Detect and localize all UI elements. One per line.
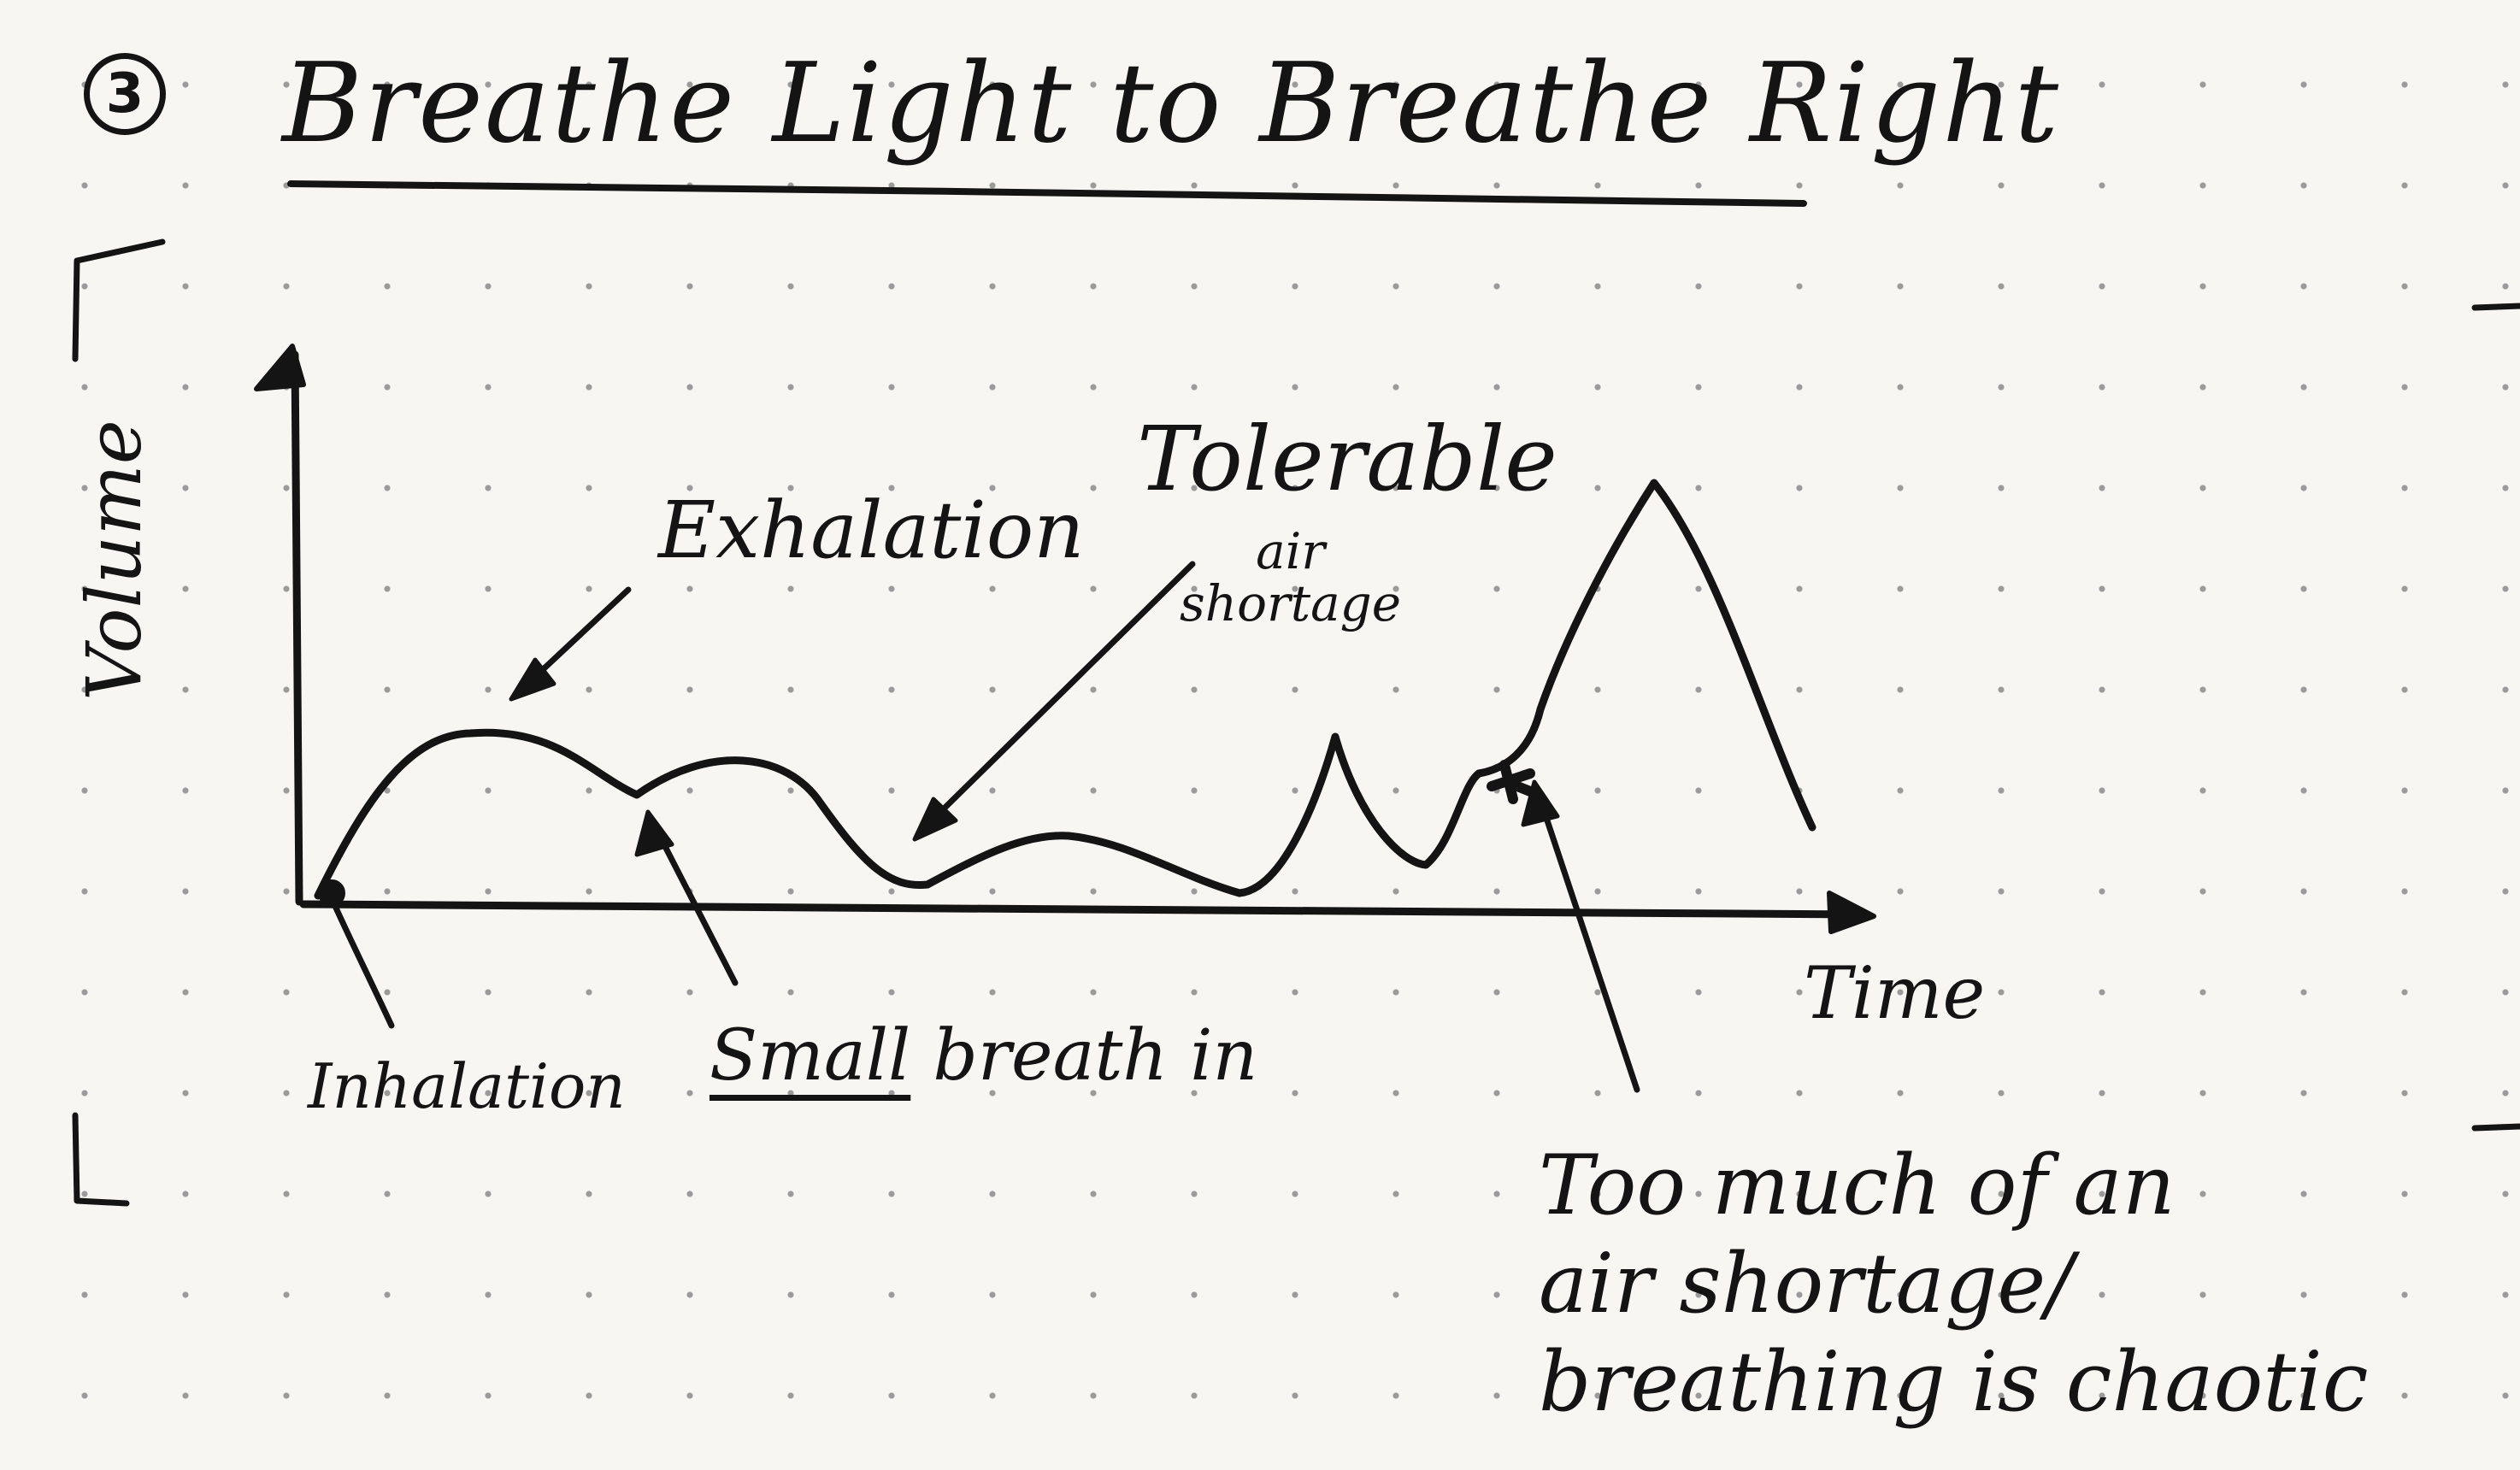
bracket-bottom-left bbox=[72, 1112, 130, 1207]
x-axis-label: Time bbox=[1804, 951, 1986, 1035]
too-much-line-1: Too much of an bbox=[1539, 1138, 2176, 1233]
y-axis-arrowhead bbox=[254, 344, 306, 391]
inhalation-arrow-shaft bbox=[332, 903, 395, 1029]
inhalation-point bbox=[318, 879, 345, 907]
too-much-label: Too much of an air shortage/ breathing i… bbox=[1539, 1137, 2368, 1432]
title-underline bbox=[287, 180, 1807, 207]
x-axis bbox=[299, 900, 1868, 919]
small-breath-rest: breath in bbox=[933, 1015, 1258, 1097]
tolerable-detail-line-2: shortage bbox=[1180, 573, 1402, 632]
bracket-top-left bbox=[72, 238, 166, 362]
too-much-arrow-shaft bbox=[1535, 791, 1640, 1093]
small-breath-label: Small breath in bbox=[709, 1021, 1257, 1091]
notebook-page: 3 Breathe Light to Breathe Right Volume … bbox=[0, 0, 2520, 1470]
small-word: Small bbox=[709, 1015, 911, 1097]
y-axis-label: Volume bbox=[70, 420, 158, 701]
tolerable-detail: air shortage bbox=[1180, 526, 1401, 630]
tolerable-arrow-shaft bbox=[920, 561, 1196, 832]
x-axis-arrowhead bbox=[1827, 891, 1876, 934]
too-much-line-3: breathing is chaotic bbox=[1539, 1334, 2369, 1431]
inhalation-label: Inhalation bbox=[308, 1050, 626, 1122]
bracket-right-bottom bbox=[2471, 1123, 2520, 1132]
tolerable-detail-line-1: air bbox=[1256, 522, 1325, 580]
too-much-line-2: air shortage/ bbox=[1539, 1236, 2074, 1332]
y-axis bbox=[291, 350, 303, 906]
bracket-right-top bbox=[2471, 303, 2520, 311]
tolerable-label: Tolerable bbox=[1137, 407, 1557, 511]
exhalation-label: Exhalation bbox=[658, 485, 1085, 576]
